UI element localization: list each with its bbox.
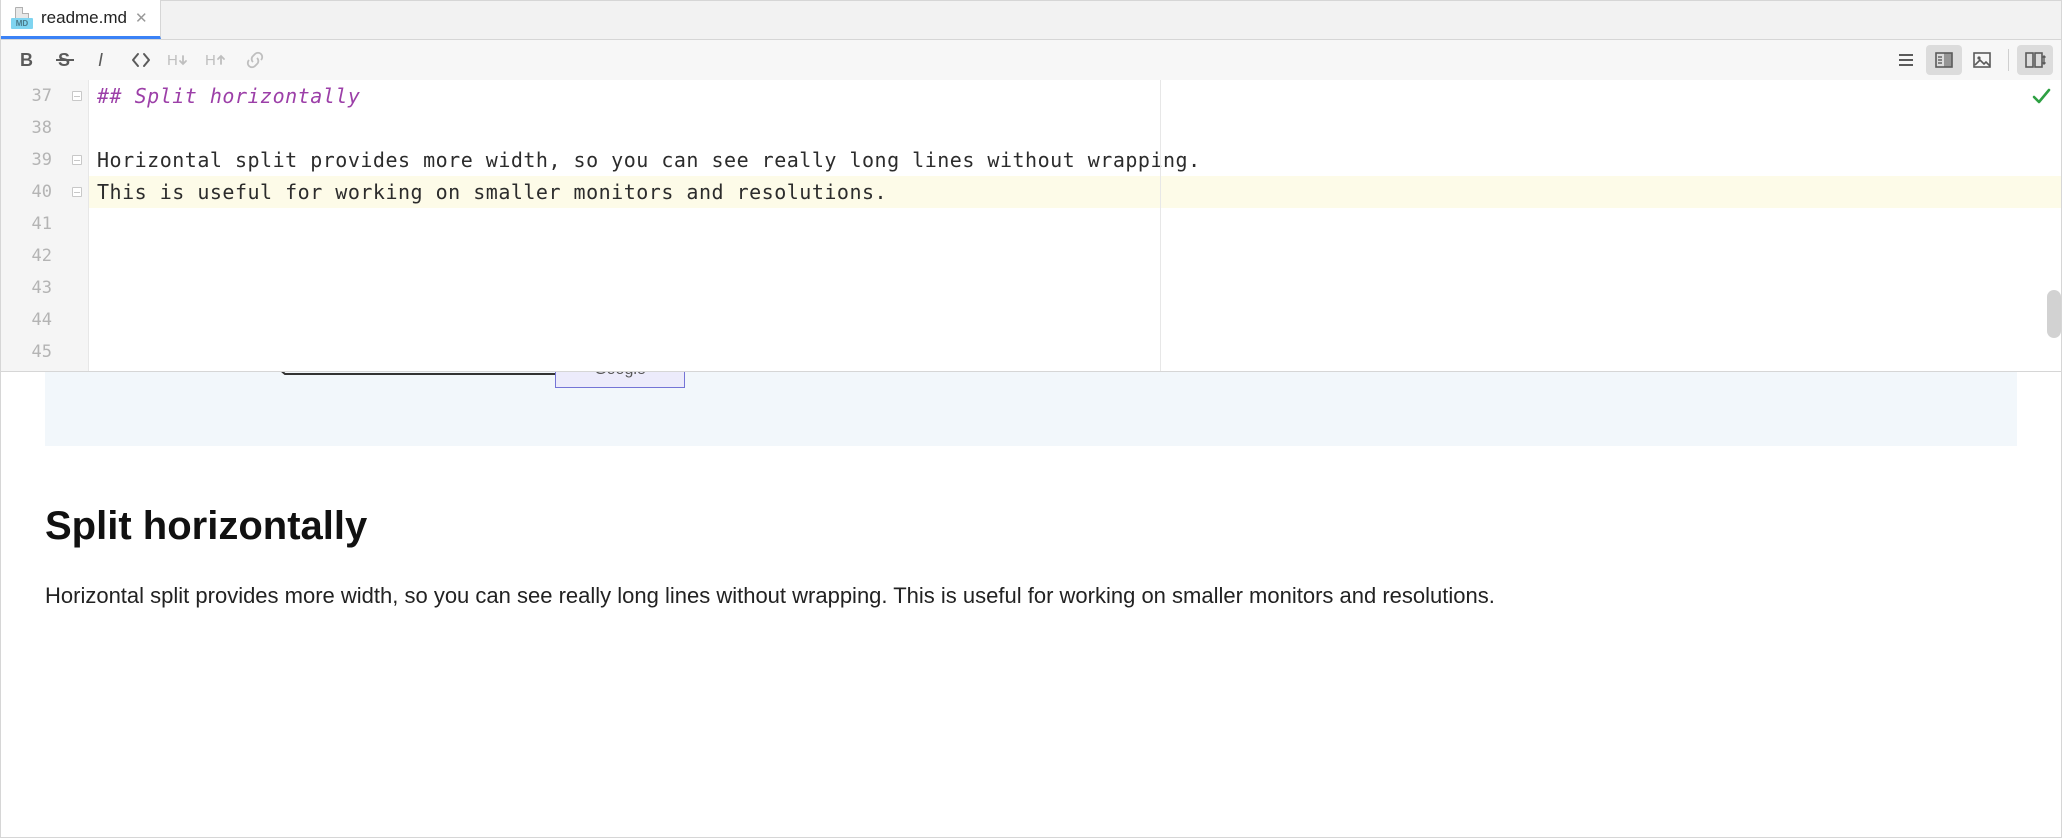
inspection-ok-icon[interactable] [2031, 86, 2051, 106]
image-button[interactable] [1964, 45, 2000, 75]
code-line: This is useful for working on smaller mo… [97, 180, 887, 204]
line-number: 44 [1, 304, 88, 336]
close-tab-icon[interactable]: ✕ [135, 9, 148, 27]
line-gutter: 37 38 39 40 41 42 43 44 45 [1, 80, 89, 371]
soft-wrap-button[interactable] [1888, 45, 1924, 75]
line-number: 42 [1, 240, 88, 272]
line-number: 45 [1, 336, 88, 368]
heading-up-button[interactable]: H [199, 45, 235, 75]
preview-heading: Split horizontally [45, 504, 2017, 549]
fold-toggle[interactable] [72, 187, 82, 197]
strikethrough-button[interactable]: S [47, 45, 83, 75]
svg-text:H: H [205, 52, 216, 69]
tab-bar: MD readme.md ✕ [0, 0, 2062, 40]
editor-scrollbar-thumb[interactable] [2047, 290, 2061, 338]
preview-paragraph: Horizontal split provides more width, so… [45, 581, 2017, 612]
code-line: Horizontal split provides more width, so… [97, 148, 1201, 172]
tab-filename: readme.md [41, 8, 127, 28]
fold-toggle[interactable] [72, 91, 82, 101]
line-number: 41 [1, 208, 88, 240]
markdown-file-icon: MD [11, 7, 33, 29]
svg-text:I: I [98, 50, 103, 70]
code-editor[interactable]: 37 38 39 40 41 42 43 44 45 ## Split hori… [0, 80, 2062, 372]
line-number: 37 [1, 80, 88, 112]
scroll-sync-button[interactable] [2017, 45, 2053, 75]
diagram-node: Google [555, 372, 685, 388]
fold-toggle[interactable] [72, 155, 82, 165]
bold-button[interactable]: B [9, 45, 45, 75]
line-number: 40 [1, 176, 88, 208]
svg-text:B: B [20, 50, 33, 70]
file-tab[interactable]: MD readme.md ✕ [1, 0, 161, 39]
line-number: 43 [1, 272, 88, 304]
editor-preview-split-button[interactable] [1926, 45, 1962, 75]
markdown-preview[interactable]: Google Split horizontally Horizontal spl… [0, 372, 2062, 838]
editor-toolbar: B S I H H [0, 40, 2062, 80]
line-number: 39 [1, 144, 88, 176]
toolbar-separator [2008, 49, 2009, 71]
line-number: 38 [1, 112, 88, 144]
diagram-block: Google [45, 372, 2017, 446]
svg-text:H: H [167, 52, 178, 69]
right-margin-ruler [1160, 80, 1161, 371]
code-content[interactable]: ## Split horizontally Horizontal split p… [89, 80, 2061, 371]
link-button[interactable] [237, 45, 273, 75]
code-line: ## Split horizontally [97, 84, 360, 108]
code-button[interactable] [123, 45, 159, 75]
heading-down-button[interactable]: H [161, 45, 197, 75]
italic-button[interactable]: I [85, 45, 121, 75]
